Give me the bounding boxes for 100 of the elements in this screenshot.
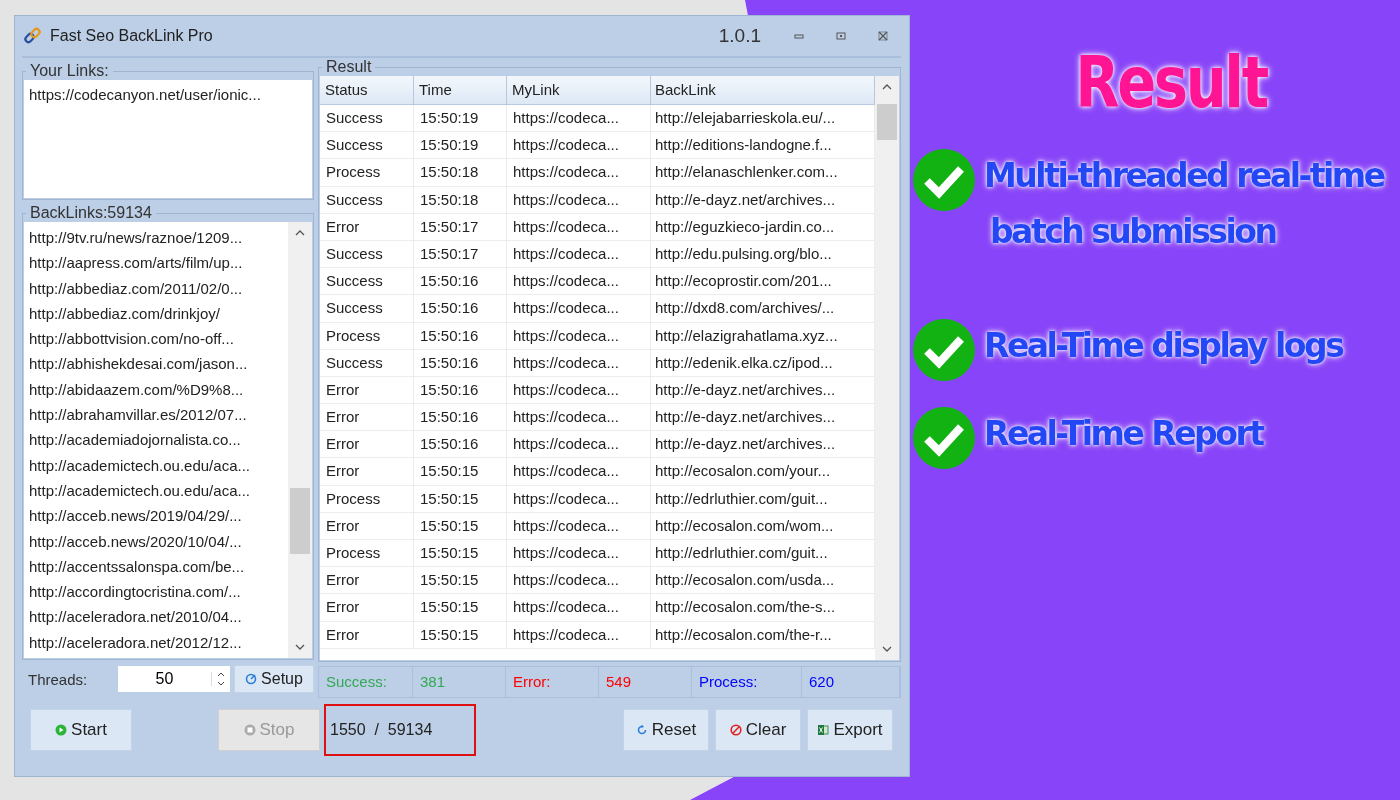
backlink-item[interactable]: http://abbediaz.com/2011/02/0... (29, 275, 284, 301)
backlink-item[interactable]: http://abbediaz.com/drinkjoy/ (29, 300, 284, 327)
window-title: Fast Seo BackLink Pro (50, 27, 213, 45)
table-cell: https://codeca... (507, 213, 651, 240)
stop-icon (243, 724, 256, 736)
table-cell: https://codeca... (507, 567, 651, 594)
table-cell: Success (320, 105, 414, 132)
feature-text: Multi-threaded real-time (984, 155, 1384, 197)
stat-label: Error: (506, 667, 599, 697)
table-cell: 15:50:15 (414, 540, 507, 567)
scroll-down-icon[interactable] (295, 644, 305, 650)
scroll-down-icon[interactable] (882, 646, 892, 652)
table-cell: https://codeca... (507, 431, 651, 458)
table-cell: 15:50:16 (414, 349, 507, 376)
maximize-icon[interactable] (836, 31, 846, 41)
backlink-item[interactable]: http://aapress.com/arts/film/up... (29, 250, 284, 276)
backlink-item[interactable]: http://aceleradora.net/2012/12... (29, 629, 284, 656)
table-cell: 15:50:15 (414, 512, 507, 539)
table-cell: Success (320, 349, 414, 376)
check-icon (912, 406, 976, 470)
table-cell: 15:50:15 (414, 594, 507, 621)
table-cell: Error (320, 567, 414, 594)
scrollbar[interactable] (288, 222, 312, 658)
table-cell: https://codeca... (507, 132, 651, 159)
table-cell: https://codeca... (507, 512, 651, 539)
group-label: BackLinks:59134 (29, 204, 153, 222)
backlink-item[interactable]: http://abidaazem.com/%D9%8... (29, 376, 284, 403)
backlink-item[interactable]: http://academictech.ou.edu/aca... (29, 477, 284, 504)
table-cell: 15:50:15 (414, 458, 507, 485)
group-label: Your Links: (29, 62, 110, 80)
threads-spinner[interactable]: 50 (118, 666, 230, 692)
scrollbar[interactable] (875, 76, 899, 660)
backlink-item[interactable]: http://acceb.news/2019/04/29/... (29, 503, 284, 529)
reset-button[interactable]: Reset (623, 709, 709, 751)
backlink-item[interactable]: http://abhishekdesai.com/jason... (29, 351, 284, 377)
backlink-item[interactable]: http://academiadojornalista.co... (29, 427, 284, 453)
minimize-icon[interactable] (794, 31, 804, 41)
backlink-item[interactable]: http://9tv.ru/news/raznoe/1209... (29, 225, 284, 251)
table-cell: Error (320, 621, 414, 648)
table-cell: https://codeca... (507, 404, 651, 431)
table-cell: https://codeca... (507, 349, 651, 376)
table-cell: 15:50:19 (414, 132, 507, 159)
export-button[interactable]: Export (807, 709, 893, 751)
table-cell: Success (320, 240, 414, 268)
table-cell: https://codeca... (507, 240, 651, 268)
down-icon[interactable] (217, 681, 225, 686)
table-cell: https://codeca... (507, 186, 651, 213)
table-cell: Error (320, 376, 414, 404)
table-cell: https://codeca... (507, 458, 651, 485)
table-cell: 15:50:16 (414, 376, 507, 404)
table-cell: 15:50:16 (414, 431, 507, 458)
table-cell: 15:50:17 (414, 240, 507, 268)
backlink-item[interactable]: http://academictech.ou.edu/aca... (29, 452, 284, 478)
scroll-up-icon[interactable] (295, 230, 305, 236)
table-cell: 15:50:18 (414, 186, 507, 213)
column-header[interactable]: MyLink (507, 76, 651, 104)
version-label: 1.0.1 (718, 25, 761, 47)
scroll-thumb[interactable] (290, 488, 310, 554)
table-cell: Error (320, 458, 414, 485)
table-cell: Success (320, 186, 414, 213)
table-cell: Success (320, 268, 414, 295)
feature-text: Real-Time Report (984, 413, 1263, 455)
link-text: https://codecanyon.net/user/ionic... (29, 86, 262, 103)
backlink-item[interactable]: http://abbottvision.com/no-off... (29, 326, 284, 352)
column-header[interactable]: Status (320, 76, 414, 104)
table-cell: https://codeca... (507, 485, 651, 512)
close-icon[interactable] (878, 31, 888, 41)
progress-counter: 1550 / 59134 (324, 704, 476, 756)
table-cell: Error (320, 512, 414, 539)
up-icon[interactable] (217, 672, 225, 677)
backlink-item[interactable]: http://accordingtocristina.com/... (29, 579, 284, 605)
table-cell: https://codeca... (507, 295, 651, 322)
scroll-thumb[interactable] (877, 104, 897, 140)
feature-text: Real-Time display logs (984, 325, 1343, 367)
backlink-item[interactable]: http://acceb.news/2020/10/04/... (29, 528, 284, 554)
table-cell: 15:50:19 (414, 105, 507, 132)
backlink-item[interactable]: http://accentssalonspa.com/be... (29, 553, 284, 580)
table-cell: Success (320, 132, 414, 159)
stat-label: Success: (319, 667, 413, 697)
table-cell: https://codeca... (507, 159, 651, 186)
clear-button[interactable]: Clear (715, 709, 801, 751)
stat-value: 620 (802, 667, 900, 697)
table-cell: 15:50:18 (414, 159, 507, 186)
table-cell: 15:50:16 (414, 295, 507, 322)
table-cell: https://codeca... (507, 322, 651, 349)
table-cell: 15:50:15 (414, 485, 507, 512)
scroll-up-icon[interactable] (882, 84, 892, 90)
links-text-field[interactable]: https://codecanyon.net/user/ionic... (24, 80, 312, 198)
setup-button[interactable]: Setup (234, 665, 314, 693)
start-button[interactable]: Start (30, 709, 132, 751)
refresh-icon (635, 724, 648, 736)
table-cell: https://codeca... (507, 540, 651, 567)
promo-heading: Result (1074, 40, 1269, 124)
backlink-item[interactable]: http://aceleradora.net/2010/04... (29, 604, 284, 630)
table-cell: 15:50:16 (414, 322, 507, 349)
backlink-item[interactable]: http://abrahamvillar.es/2012/07... (29, 402, 284, 428)
feature-text: batch submission (989, 211, 1277, 253)
table-cell: https://codeca... (507, 621, 651, 648)
table-cell: 15:50:15 (414, 621, 507, 648)
column-header[interactable]: Time (414, 76, 507, 104)
